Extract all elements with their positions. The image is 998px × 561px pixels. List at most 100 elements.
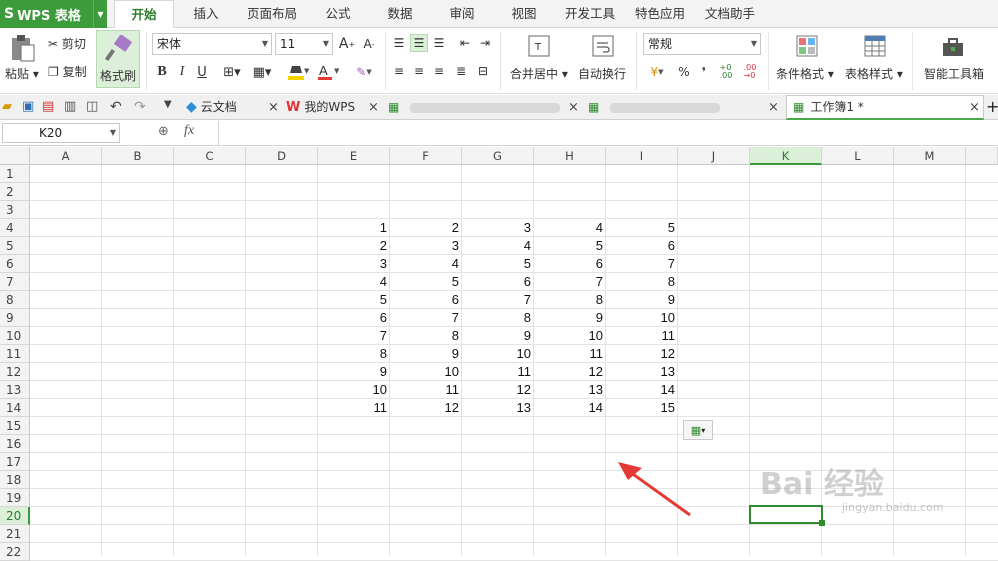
column-header-i[interactable]: I xyxy=(606,147,678,165)
cell-value[interactable]: 13 xyxy=(606,363,678,381)
tab-start[interactable]: 开始 xyxy=(114,0,174,29)
paste-options-button[interactable]: ▦ ▾ xyxy=(683,420,713,440)
cell-value[interactable]: 12 xyxy=(534,363,606,381)
open-folder-icon[interactable]: ▰ xyxy=(2,99,18,115)
cell-value[interactable]: 10 xyxy=(606,309,678,327)
cell-value[interactable]: 12 xyxy=(390,399,462,417)
row-header-12[interactable]: 12 xyxy=(0,363,30,381)
row-header-14[interactable]: 14 xyxy=(0,399,30,417)
cell-value[interactable]: 11 xyxy=(606,327,678,345)
cell-value[interactable]: 14 xyxy=(606,381,678,399)
merge-center-icon[interactable]: T xyxy=(526,33,552,59)
column-header-f[interactable]: F xyxy=(390,147,462,165)
app-menu-button[interactable]: S WPS 表格 ▼ xyxy=(0,0,107,28)
cell-value[interactable]: 4 xyxy=(534,219,606,237)
column-header-b[interactable]: B xyxy=(102,147,174,165)
cell-value[interactable]: 15 xyxy=(606,399,678,417)
cell-value[interactable]: 4 xyxy=(390,255,462,273)
print-icon[interactable]: ▥ xyxy=(64,99,80,115)
table-style-icon[interactable] xyxy=(862,33,888,59)
zoom-search-icon[interactable]: ⊕ xyxy=(158,124,169,139)
clear-format-icon[interactable]: ✎ ▼ xyxy=(350,62,378,82)
column-header-d[interactable]: D xyxy=(246,147,318,165)
tab-data[interactable]: 数据 xyxy=(374,0,426,28)
table-style-button[interactable]: 表格样式 ▾ xyxy=(845,65,903,82)
bold-icon[interactable]: B xyxy=(154,62,170,82)
align-left-icon[interactable]: ≡ xyxy=(390,62,408,80)
cell-value[interactable]: 12 xyxy=(462,381,534,399)
row-header-1[interactable]: 1 xyxy=(0,165,30,183)
save-icon[interactable]: ▣ xyxy=(22,99,38,115)
align-middle-icon[interactable]: ☰ xyxy=(410,34,428,52)
cell-value[interactable]: 5 xyxy=(318,291,390,309)
column-header-j[interactable]: J xyxy=(678,147,750,165)
cell-value[interactable]: 8 xyxy=(606,273,678,291)
cell-value[interactable]: 7 xyxy=(318,327,390,345)
close-icon[interactable]: × xyxy=(768,95,779,120)
cell-value[interactable]: 9 xyxy=(606,291,678,309)
undo-icon[interactable]: ↶ xyxy=(110,99,126,115)
cell-value[interactable]: 8 xyxy=(534,291,606,309)
cell-value[interactable]: 10 xyxy=(390,363,462,381)
align-top-icon[interactable]: ☰ xyxy=(390,34,408,52)
cell-value[interactable]: 2 xyxy=(390,219,462,237)
fill-handle[interactable] xyxy=(819,520,825,526)
cell-value[interactable]: 10 xyxy=(534,327,606,345)
border-icon[interactable]: ⊞▾ xyxy=(218,62,246,82)
close-icon[interactable]: × xyxy=(568,95,579,120)
column-header-g[interactable]: G xyxy=(462,147,534,165)
row-header-17[interactable]: 17 xyxy=(0,453,30,471)
row-header-13[interactable]: 13 xyxy=(0,381,30,399)
cell-value[interactable]: 8 xyxy=(390,327,462,345)
column-header-partial[interactable] xyxy=(966,147,998,165)
tab-formulas[interactable]: 公式 xyxy=(312,0,364,28)
row-header-6[interactable]: 6 xyxy=(0,255,30,273)
percent-button[interactable]: % xyxy=(676,62,692,82)
fill-pattern-icon[interactable]: ▦▾ xyxy=(248,62,276,82)
name-box[interactable]: K20 ▼ xyxy=(2,123,120,143)
wrap-text-icon[interactable] xyxy=(590,33,616,59)
cell-value[interactable]: 7 xyxy=(390,309,462,327)
column-header-l[interactable]: L xyxy=(822,147,894,165)
font-size-select[interactable]: 11 ▼ xyxy=(275,33,333,55)
active-cell[interactable] xyxy=(749,505,823,524)
align-right-icon[interactable]: ≡ xyxy=(430,62,448,80)
font-color-icon[interactable]: A ▼ xyxy=(314,62,342,82)
cell-value[interactable]: 9 xyxy=(318,363,390,381)
cell-value[interactable]: 7 xyxy=(606,255,678,273)
row-header-15[interactable]: 15 xyxy=(0,417,30,435)
row-header-11[interactable]: 11 xyxy=(0,345,30,363)
column-header-m[interactable]: M xyxy=(894,147,966,165)
row-header-18[interactable]: 18 xyxy=(0,471,30,489)
cell-value[interactable]: 9 xyxy=(534,309,606,327)
underline-icon[interactable]: U xyxy=(194,62,210,82)
row-header-22[interactable]: 22 xyxy=(0,543,30,561)
column-header-h[interactable]: H xyxy=(534,147,606,165)
formula-input[interactable] xyxy=(220,123,996,144)
currency-icon[interactable]: ¥ ▼ xyxy=(644,62,670,82)
cell-value[interactable]: 3 xyxy=(390,237,462,255)
format-painter-button[interactable]: 格式刷 xyxy=(96,30,140,88)
conditional-format-button[interactable]: 条件格式 ▾ xyxy=(776,65,834,82)
close-icon[interactable]: × xyxy=(969,95,980,120)
distribute-icon[interactable]: ⊟ xyxy=(474,62,492,80)
increase-decimal-icon[interactable]: +0.00 xyxy=(716,62,736,82)
cell-value[interactable]: 6 xyxy=(390,291,462,309)
number-format-select[interactable]: 常规 ▼ xyxy=(643,33,761,55)
cell-value[interactable]: 13 xyxy=(462,399,534,417)
cell-value[interactable]: 4 xyxy=(318,273,390,291)
column-header-e[interactable]: E xyxy=(318,147,390,165)
smart-toolbox-button[interactable]: 智能工具箱 xyxy=(924,65,984,82)
cell-value[interactable]: 1 xyxy=(318,219,390,237)
copy-button[interactable]: ❐ 复制 xyxy=(48,63,87,80)
tab-insert[interactable]: 插入 xyxy=(180,0,232,28)
cell-value[interactable]: 6 xyxy=(606,237,678,255)
row-header-8[interactable]: 8 xyxy=(0,291,30,309)
row-header-19[interactable]: 19 xyxy=(0,489,30,507)
conditional-format-icon[interactable] xyxy=(794,33,820,59)
row-header-21[interactable]: 21 xyxy=(0,525,30,543)
fx-icon[interactable]: fx xyxy=(184,123,194,139)
toolbox-icon[interactable] xyxy=(940,34,966,60)
cell-value[interactable]: 5 xyxy=(534,237,606,255)
row-header-7[interactable]: 7 xyxy=(0,273,30,291)
